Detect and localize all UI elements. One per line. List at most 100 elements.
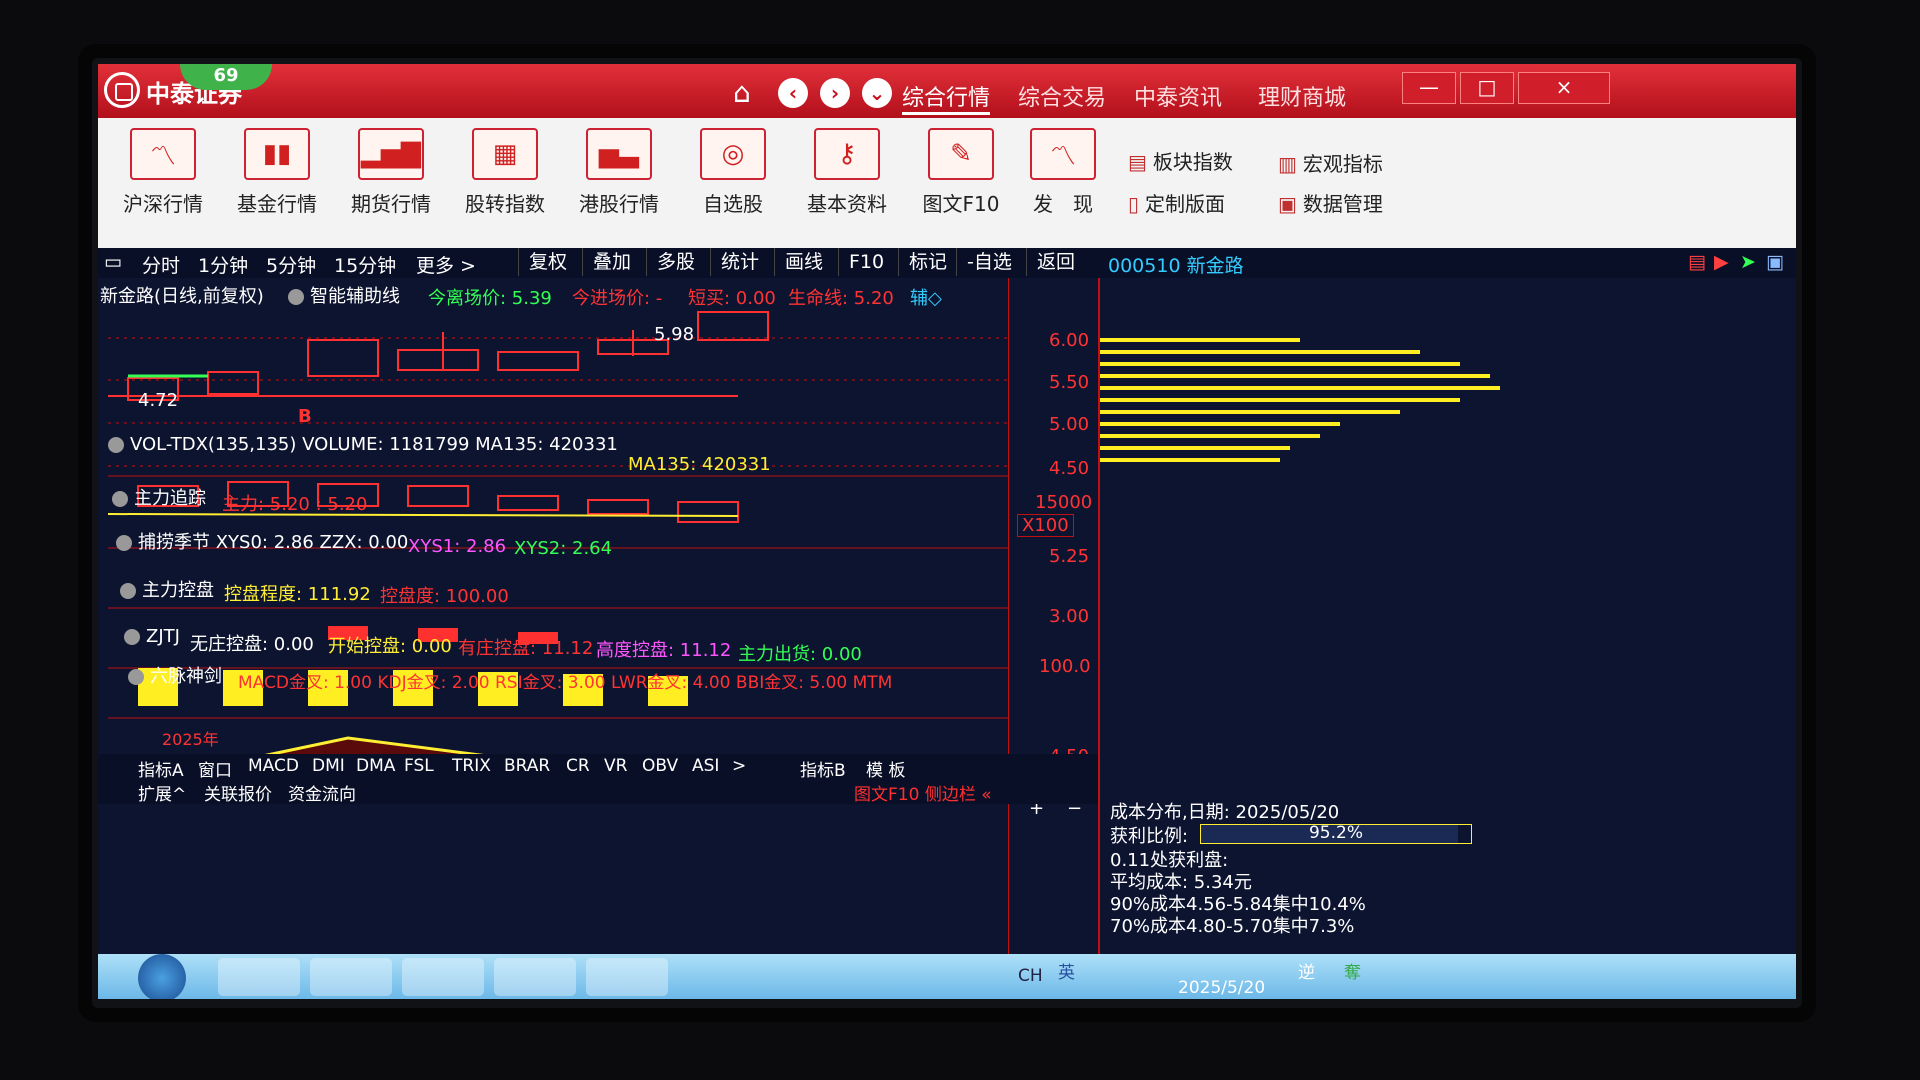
minimize-button[interactable]: —: [1402, 72, 1456, 104]
tab-dmi[interactable]: DMI: [312, 756, 345, 776]
nav-news[interactable]: 中泰资讯: [1134, 80, 1222, 112]
main-toolbar: 〽沪深行情 ▮▮ 基金行情 ▂▅▇ 期货行情 ▦ 股转指数 ▅▃ 港股行情 ◎ 自选股 ⚷…: [98, 118, 1796, 248]
ime-english[interactable]: 英: [1058, 958, 1075, 983]
tool-watchlist[interactable]: ◎ 自选股: [678, 128, 788, 217]
tab-capital-flow[interactable]: 资金流向: [288, 780, 356, 805]
tool-label: 基本资料: [807, 192, 887, 216]
collapse-icon: [112, 491, 128, 507]
screen: 中泰证券 69 ⌂ ‹ › ⌄ 综合行情 综合交易 中泰资讯 理财商城 — □ …: [98, 64, 1796, 999]
nav-comprehensive-quotes[interactable]: 综合行情: [902, 80, 991, 115]
list-icon[interactable]: ▤: [1688, 251, 1706, 273]
ime-lang[interactable]: CH: [1018, 966, 1043, 986]
f10-button[interactable]: F10: [838, 248, 894, 276]
period-tab-5min[interactable]: 5分钟: [266, 251, 316, 278]
axis-label: 15000: [1035, 492, 1093, 513]
clock-date[interactable]: 2025/5/20: [1178, 978, 1265, 998]
draw-line-button[interactable]: 画线: [774, 248, 833, 276]
nav-mall[interactable]: 理财商城: [1258, 80, 1346, 112]
tab-obv[interactable]: OBV: [642, 756, 678, 776]
taskbar-app-zhongtai[interactable]: [494, 958, 576, 996]
tab-asi[interactable]: ASI: [692, 756, 719, 776]
high-price-label: 5.98: [654, 324, 695, 345]
zjtj-v4: 高度控盘: 11.12: [596, 640, 732, 661]
os-taskbar: CH 英 逆 奪 2025/5/20: [98, 954, 1796, 999]
tab-expand[interactable]: 扩展^: [138, 780, 186, 805]
home-icon[interactable]: ⌂: [733, 76, 751, 109]
remove-watchlist-button[interactable]: -自选: [956, 248, 1022, 276]
sidebar-toggle[interactable]: 图文F10 侧边栏 «: [854, 780, 992, 805]
chevron-down-icon[interactable]: ⌄: [862, 78, 892, 108]
cost-bar: [1100, 374, 1490, 378]
taskbar-app[interactable]: [586, 958, 668, 996]
period-tab-more[interactable]: 更多 >: [416, 251, 476, 278]
period-tab-intraday[interactable]: 分时: [142, 251, 180, 278]
period-tab-1min[interactable]: 1分钟: [198, 251, 248, 278]
tab-more[interactable]: >: [732, 756, 746, 776]
start-button[interactable]: [138, 954, 186, 999]
mark-button[interactable]: 标记: [898, 248, 957, 276]
restore-rights-button[interactable]: 复权: [518, 248, 577, 276]
candle: [307, 339, 379, 377]
tool-hk-quotes[interactable]: ▅▃ 港股行情: [564, 128, 674, 217]
tool-discover[interactable]: 〽发 现: [1008, 128, 1118, 217]
taskbar-app[interactable]: [310, 958, 392, 996]
period-tab-15min[interactable]: 15分钟: [334, 251, 396, 278]
tab-fsl[interactable]: FSL: [404, 756, 434, 776]
tool-data-management[interactable]: ▣ 数据管理: [1278, 188, 1383, 217]
zjtj-v2: 开始控盘: 0.00: [328, 636, 452, 657]
kline-chart-area[interactable]: 新金路(日线,前复权) 智能辅助线 今离场价: 5.39 今进场价: - 短买:…: [98, 278, 1098, 958]
close-button[interactable]: ×: [1518, 72, 1610, 104]
liumai-values: MACD金叉: 1.00 KDJ金叉: 2.00 RSI金叉: 3.00 LWR…: [238, 673, 893, 693]
tab-dma[interactable]: DMA: [356, 756, 395, 776]
tab-trix[interactable]: TRIX: [452, 756, 491, 776]
tool-fund-quotes[interactable]: ▮▮ 基金行情: [222, 128, 332, 217]
multi-stock-button[interactable]: 多股: [646, 248, 705, 276]
tab-cr[interactable]: CR: [566, 756, 590, 776]
notification-badge[interactable]: 69: [180, 64, 272, 90]
tab-macd[interactable]: MACD: [248, 756, 299, 776]
back-icon[interactable]: ‹: [778, 78, 808, 108]
tool-neeq-index[interactable]: ▦ 股转指数: [450, 128, 560, 217]
zhuli-indicator: 主力追踪: [112, 484, 206, 510]
statistics-button[interactable]: 统计: [710, 248, 769, 276]
taskbar-app[interactable]: [402, 958, 484, 996]
buhuo-xys1: XYS1: 2.86: [408, 536, 507, 557]
forward-icon[interactable]: ›: [820, 78, 850, 108]
buhuo-title: 捕捞季节 XYS0: 2.86 ZZX: 0.00: [138, 532, 409, 553]
collapse-icon: [120, 583, 136, 599]
tool-label: 板块指数: [1152, 150, 1233, 174]
tool-shsz-quotes[interactable]: 〽沪深行情: [108, 128, 218, 217]
watchlist-icon: ◎: [700, 128, 766, 180]
tool-f10[interactable]: ✎ 图文F10: [906, 128, 1016, 217]
tool-label: 股转指数: [465, 192, 545, 216]
tab-vr[interactable]: VR: [604, 756, 627, 776]
candle: [207, 371, 259, 395]
back-button[interactable]: 返回: [1026, 248, 1085, 276]
tab-related-quotes[interactable]: 关联报价: [204, 780, 272, 805]
axis-label: 5.25: [1049, 546, 1090, 567]
collapse-icon: [128, 669, 144, 685]
play-icon[interactable]: ▶: [1714, 251, 1729, 273]
tool-custom-layout[interactable]: ▯ 定制版面: [1128, 188, 1225, 217]
tool-basic-info[interactable]: ⚷ 基本资料: [792, 128, 902, 217]
send-icon[interactable]: ➤: [1740, 251, 1756, 273]
ime-toggle[interactable]: 逆: [1298, 958, 1315, 983]
tool-futures-quotes[interactable]: ▂▅▇ 期货行情: [336, 128, 446, 217]
overlay-button[interactable]: 叠加: [582, 248, 641, 276]
price-axis: 6.00 5.50 5.00 4.50 15000 X100 5.25 3.00…: [1008, 278, 1099, 958]
maximize-button[interactable]: □: [1460, 72, 1514, 104]
image-icon[interactable]: ▣: [1766, 251, 1784, 273]
ime-option[interactable]: 奪: [1344, 958, 1361, 983]
cost-title: 成本分布,日期: 2025/05/20: [1110, 802, 1340, 823]
nav-comprehensive-trade[interactable]: 综合交易: [1018, 80, 1106, 112]
taskbar-app[interactable]: [218, 958, 300, 996]
liumai-indicator: 六脉神剑: [128, 662, 222, 688]
cost-distribution-panel: 成本分布,日期: 2025/05/20 获利比例: 95.2% 0.11处获利盘…: [1098, 278, 1796, 958]
tool-sector-index[interactable]: ▤ 板块指数: [1128, 146, 1233, 175]
volume-bar: [677, 501, 739, 523]
buhuo-xys2: XYS2: 2.64: [514, 538, 613, 559]
panel-toggle-icon[interactable]: ▭: [104, 251, 122, 273]
cost-bar: [1100, 338, 1300, 342]
tab-brar[interactable]: BRAR: [504, 756, 550, 776]
tool-macro[interactable]: ▥ 宏观指标: [1278, 148, 1383, 177]
